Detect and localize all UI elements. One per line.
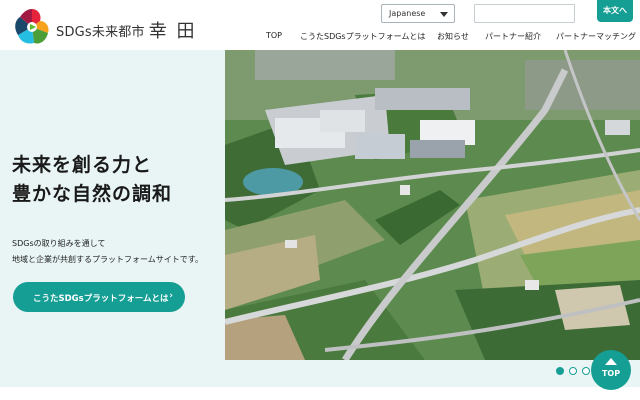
- arrow-up-icon: [605, 358, 617, 365]
- about-platform-button[interactable]: こうたSDGsプラットフォームとは ›: [13, 282, 185, 312]
- hero-description-line-2: 地域と企業が共創するプラットフォームサイトです。: [12, 255, 203, 264]
- nav-item-partners[interactable]: パートナー紹介: [485, 31, 541, 42]
- chevron-down-icon: [440, 12, 448, 17]
- hero-title-line-1: 未来を創る力と: [12, 154, 153, 176]
- slider-dot-3[interactable]: [582, 367, 590, 375]
- site-header: SDGs未来都市幸 田 Japanese 本文へ TOP こうたSDGsプラット…: [0, 0, 640, 50]
- next-section: [0, 387, 640, 400]
- hero-description: SDGsの取り組みを通して 地域と企業が共創するプラットフォームサイトです。: [12, 236, 203, 268]
- back-to-top-button[interactable]: TOP: [591, 350, 631, 390]
- site-name[interactable]: SDGs未来都市幸 田: [56, 16, 196, 42]
- nav-item-partner-matching[interactable]: パートナーマッチング: [556, 31, 636, 42]
- city-name: 幸 田: [148, 21, 197, 42]
- hero-title: 未来を創る力と 豊かな自然の調和: [12, 151, 172, 209]
- search-input[interactable]: [474, 4, 575, 23]
- slider-dot-1[interactable]: [556, 367, 564, 375]
- skip-to-content-button[interactable]: 本文へ: [597, 0, 633, 22]
- hero-description-line-1: SDGsの取り組みを通して: [12, 239, 106, 248]
- about-platform-button-label: こうたSDGsプラットフォームとは: [33, 294, 169, 304]
- language-select[interactable]: Japanese: [381, 4, 455, 23]
- language-select-value: Japanese: [389, 9, 426, 18]
- sdgs-wheel-logo-icon[interactable]: [12, 7, 52, 47]
- nav-item-top[interactable]: TOP: [266, 31, 282, 40]
- back-to-top-label: TOP: [601, 369, 621, 378]
- chevron-right-icon: ›: [169, 291, 173, 301]
- hero-aerial-photo: [225, 50, 640, 360]
- site-name-label: SDGs未来都市: [56, 25, 145, 40]
- slider-dot-2[interactable]: [569, 367, 577, 375]
- nav-item-about-platform[interactable]: こうたSDGsプラットフォームとは: [300, 31, 425, 42]
- aerial-photo-illustration: [225, 50, 640, 360]
- hero-title-line-2: 豊かな自然の調和: [12, 183, 173, 205]
- nav-item-news[interactable]: お知らせ: [437, 31, 469, 42]
